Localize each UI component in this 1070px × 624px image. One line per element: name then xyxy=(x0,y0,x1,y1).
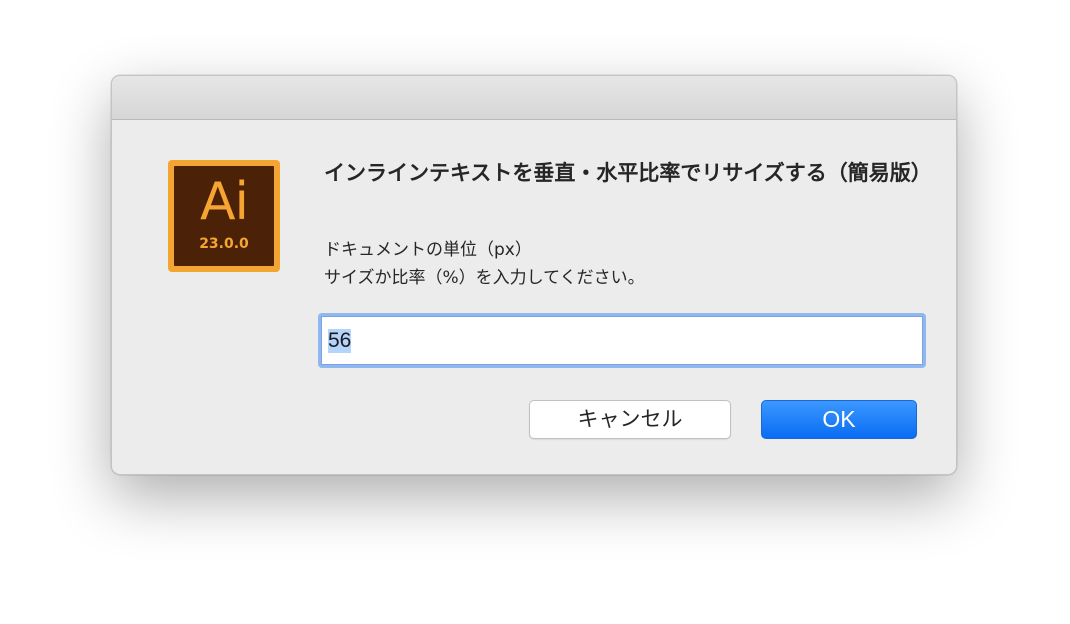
message-line-instruction: サイズか比率（%）を入力してください。 xyxy=(324,268,645,288)
dialog-message: ドキュメントの単位（px） サイズか比率（%）を入力してください。 xyxy=(324,236,924,292)
dialog-title: インラインテキストを垂直・水平比率でリサイズする（簡易版） xyxy=(324,161,932,185)
size-input-focus-ring xyxy=(318,313,926,368)
dialog-titlebar[interactable] xyxy=(112,76,956,120)
cancel-button[interactable]: キャンセル xyxy=(529,400,731,439)
app-version-label: 23.0.0 xyxy=(199,236,249,252)
message-line-units: ドキュメントの単位（px） xyxy=(324,240,532,260)
prompt-dialog: Ai 23.0.0 インラインテキストを垂直・水平比率でリサイズする（簡易版） … xyxy=(111,75,957,475)
app-icon-face: Ai 23.0.0 xyxy=(174,166,274,266)
ok-button[interactable]: OK xyxy=(761,400,917,439)
size-ratio-input[interactable] xyxy=(321,316,923,365)
adobe-illustrator-icon: Ai 23.0.0 xyxy=(168,160,280,272)
app-icon-letters: Ai xyxy=(199,172,249,232)
